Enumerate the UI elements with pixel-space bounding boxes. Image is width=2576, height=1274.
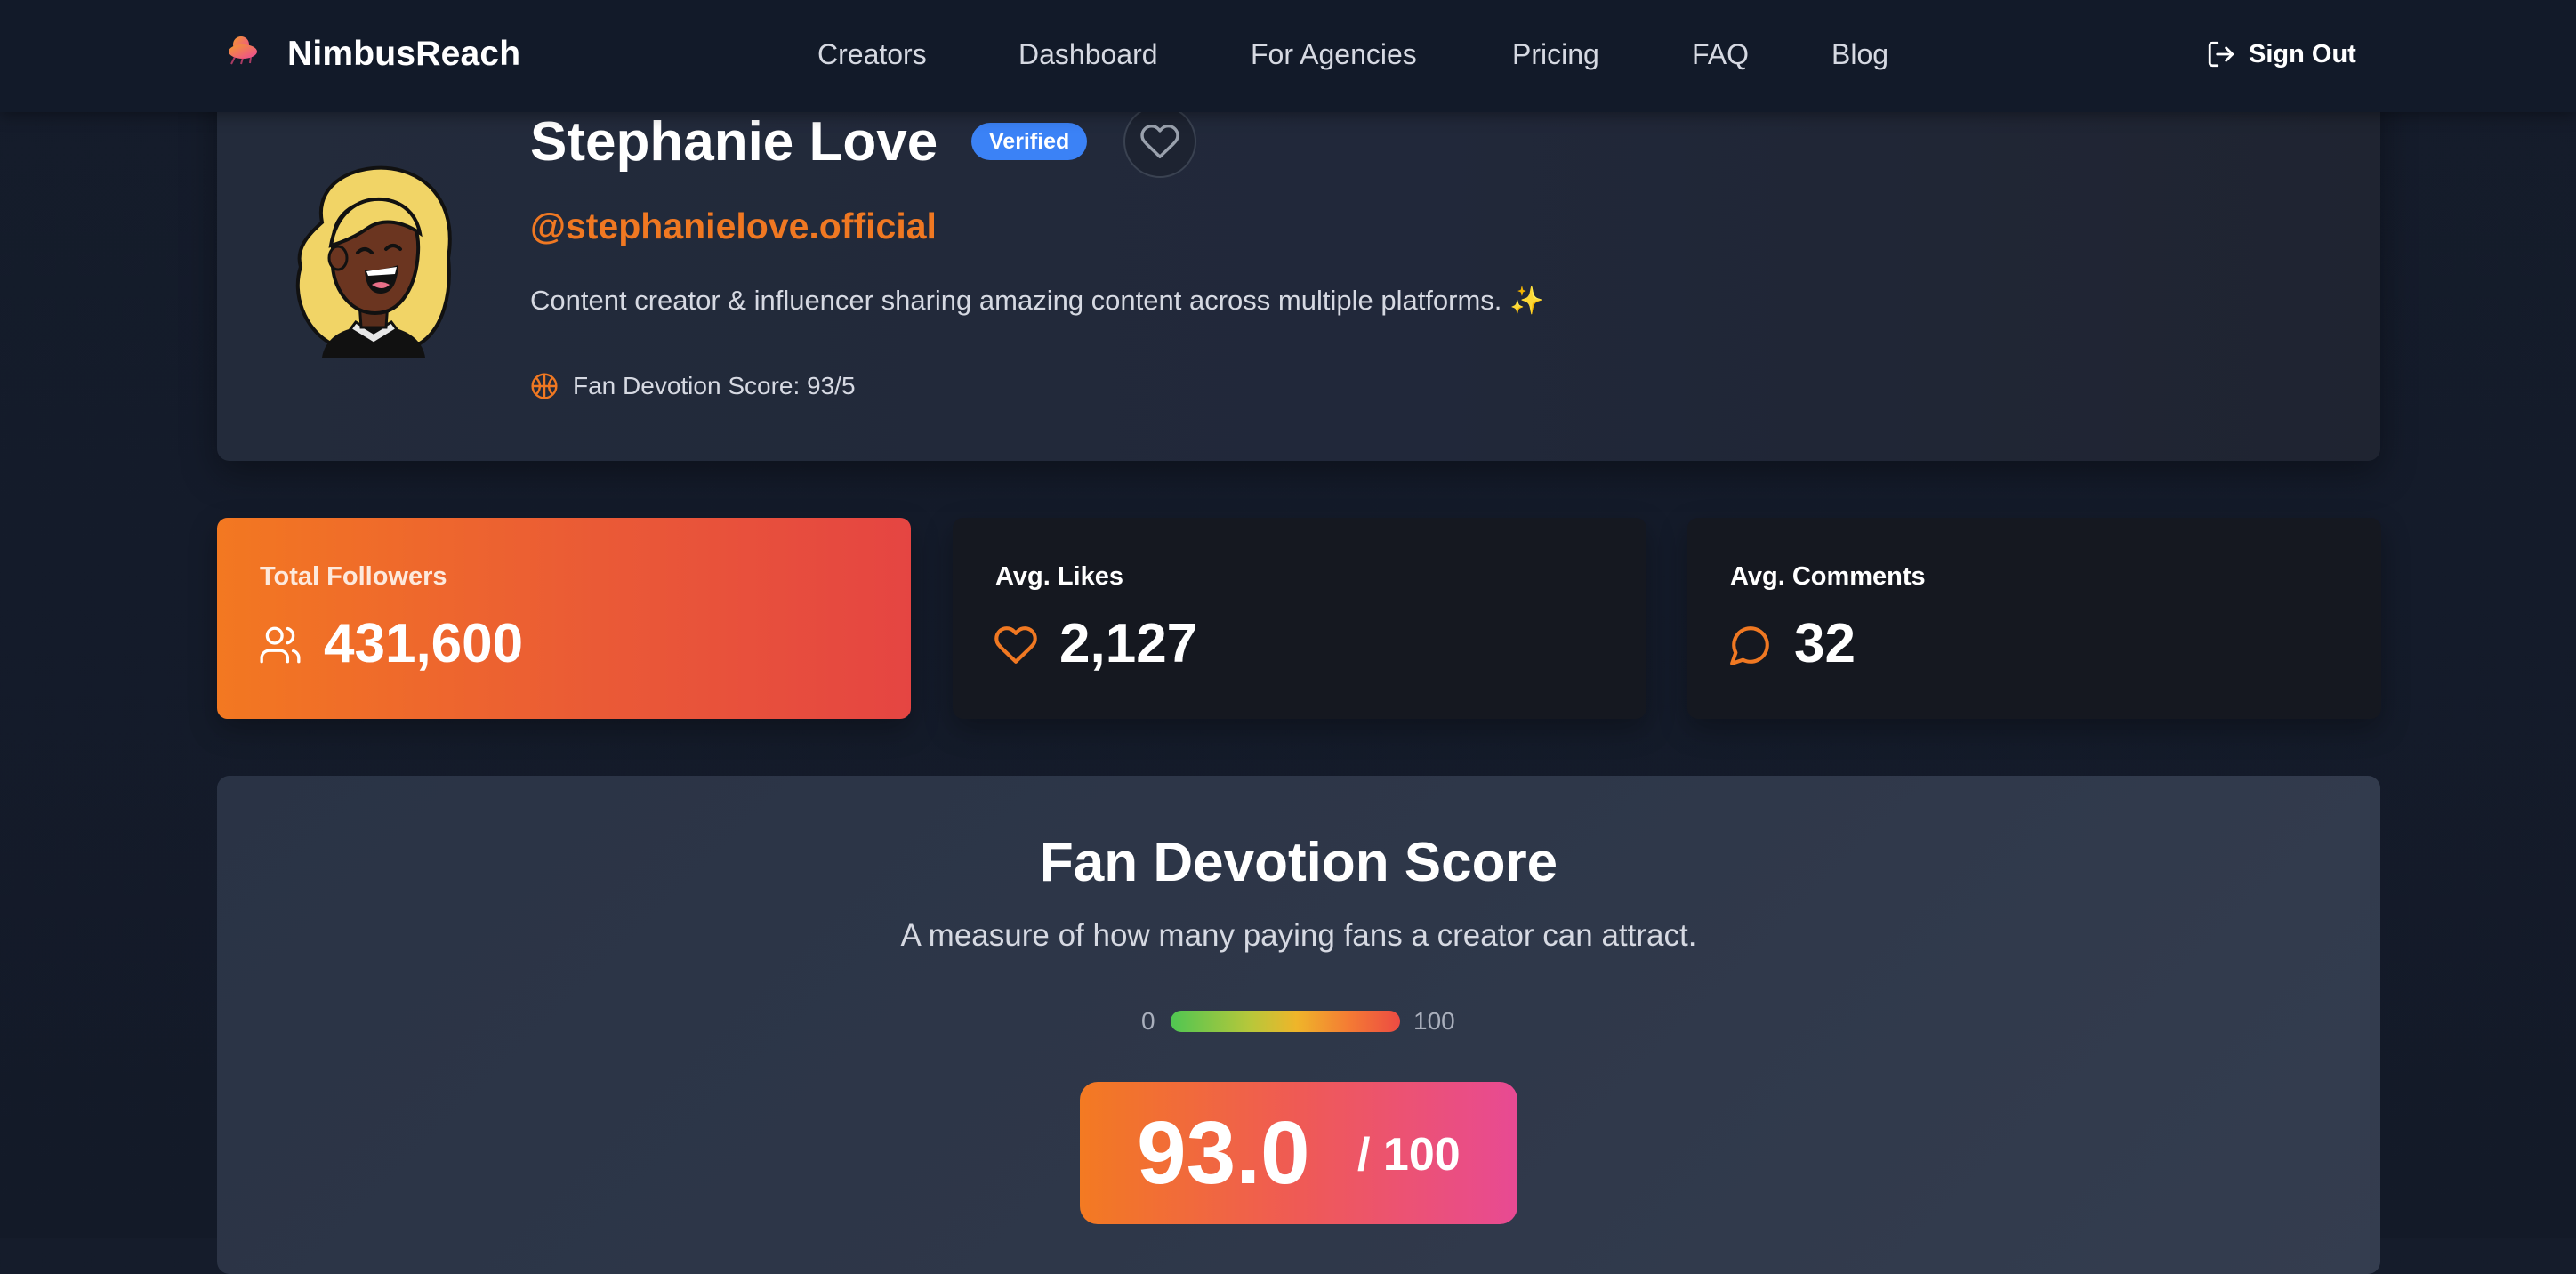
comment-icon	[1730, 626, 1769, 665]
sign-out-label: Sign Out	[2249, 39, 2356, 69]
stat-label: Avg. Comments	[1730, 562, 1926, 591]
basketball-icon	[531, 373, 558, 399]
stat-card-total-followers: Total Followers 431,600	[217, 518, 911, 719]
creator-handle[interactable]: @stephanielove.official	[530, 201, 937, 251]
fan-devotion-title: Fan Devotion Score	[1039, 832, 1558, 893]
heart-outline-icon	[1140, 125, 1179, 158]
fan-devotion-subtitle: A measure of how many paying fans a crea…	[900, 918, 1697, 953]
stat-value: 431,600	[324, 613, 524, 674]
heart-icon	[994, 626, 1037, 664]
sign-out-icon	[2208, 41, 2234, 68]
scale-min-label: 0	[1141, 1007, 1155, 1035]
stat-card-avg-likes: Avg. Likes 2,127	[953, 518, 1646, 719]
nav-link-pricing[interactable]: Pricing	[1512, 34, 1599, 75]
stat-value: 32	[1794, 613, 1856, 674]
stat-value: 2,127	[1059, 613, 1198, 674]
sign-out-button[interactable]: Sign Out	[2206, 34, 2356, 75]
profile-name: Stephanie Love	[530, 111, 938, 173]
nav-link-dashboard[interactable]: Dashboard	[1018, 34, 1158, 75]
brand-name[interactable]: NimbusReach	[287, 32, 520, 77]
nav-link-for-agencies[interactable]: For Agencies	[1251, 34, 1417, 75]
score-display: 93.0 / 100	[1080, 1082, 1517, 1224]
users-icon	[260, 626, 301, 664]
cloud-logo-icon	[229, 36, 257, 65]
stat-label: Total Followers	[260, 562, 447, 591]
fan-score-summary-label: Fan Devotion Score: 93/5	[573, 372, 856, 399]
verified-badge: Verified	[971, 123, 1088, 160]
nav-link-blog[interactable]: Blog	[1831, 34, 1888, 75]
score-value: 93.0	[1137, 1103, 1310, 1203]
score-scale-bar	[1171, 1011, 1400, 1032]
creator-bio: Content creator & influencer sharing ama…	[530, 285, 1544, 316]
nav-link-creators[interactable]: Creators	[817, 34, 927, 75]
stat-card-avg-comments: Avg. Comments 32	[1687, 518, 2381, 719]
top-nav: NimbusReach Creators Dashboard For Agenc…	[0, 0, 2576, 112]
avatar	[295, 165, 452, 358]
nav-link-faq[interactable]: FAQ	[1692, 34, 1749, 75]
stat-label: Avg. Likes	[995, 562, 1123, 591]
favorite-button[interactable]	[1123, 105, 1196, 178]
scale-max-label: 100	[1413, 1007, 1455, 1035]
score-out-of: / 100	[1357, 1129, 1461, 1181]
fan-score-summary: Fan Devotion Score: 93/5	[530, 368, 856, 404]
